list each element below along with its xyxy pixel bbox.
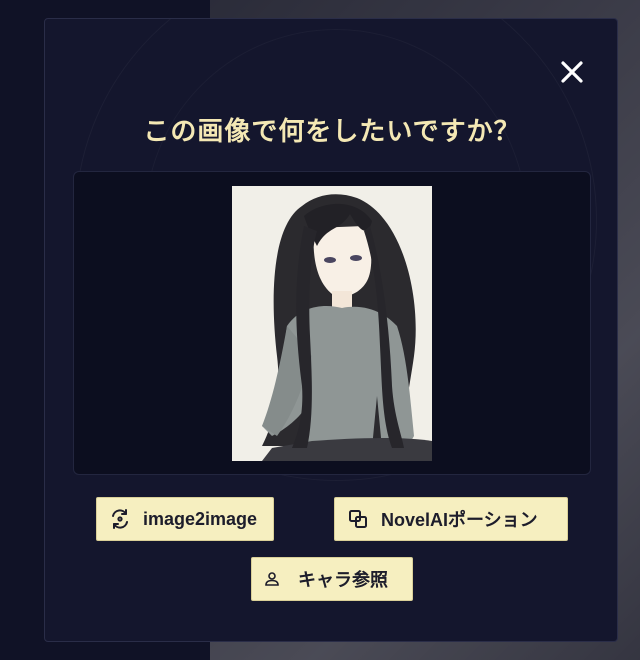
- character-reference-button[interactable]: キャラ参照: [251, 557, 413, 601]
- close-button[interactable]: [555, 55, 589, 89]
- character-reference-label: キャラ参照: [298, 570, 388, 590]
- dialog-title: この画像で何をしたいですか？: [143, 117, 521, 147]
- close-icon: [561, 61, 583, 83]
- image2image-label: image2image: [143, 508, 258, 529]
- copy-layers-icon: [349, 510, 367, 528]
- image-preview-panel: [73, 171, 591, 475]
- refresh-image-icon: [112, 509, 128, 529]
- image2image-button[interactable]: image2image: [96, 497, 274, 541]
- novelai-potion-label: NovelAIポーション: [381, 510, 538, 530]
- action-dialog: この画像で何をしたいですか？ image2image NovelAIポーション …: [44, 18, 618, 642]
- uploaded-image: [232, 186, 432, 461]
- uploaded-image-illustration: [232, 186, 432, 461]
- novelai-potion-button[interactable]: NovelAIポーション: [334, 497, 568, 541]
- person-icon: [265, 572, 279, 586]
